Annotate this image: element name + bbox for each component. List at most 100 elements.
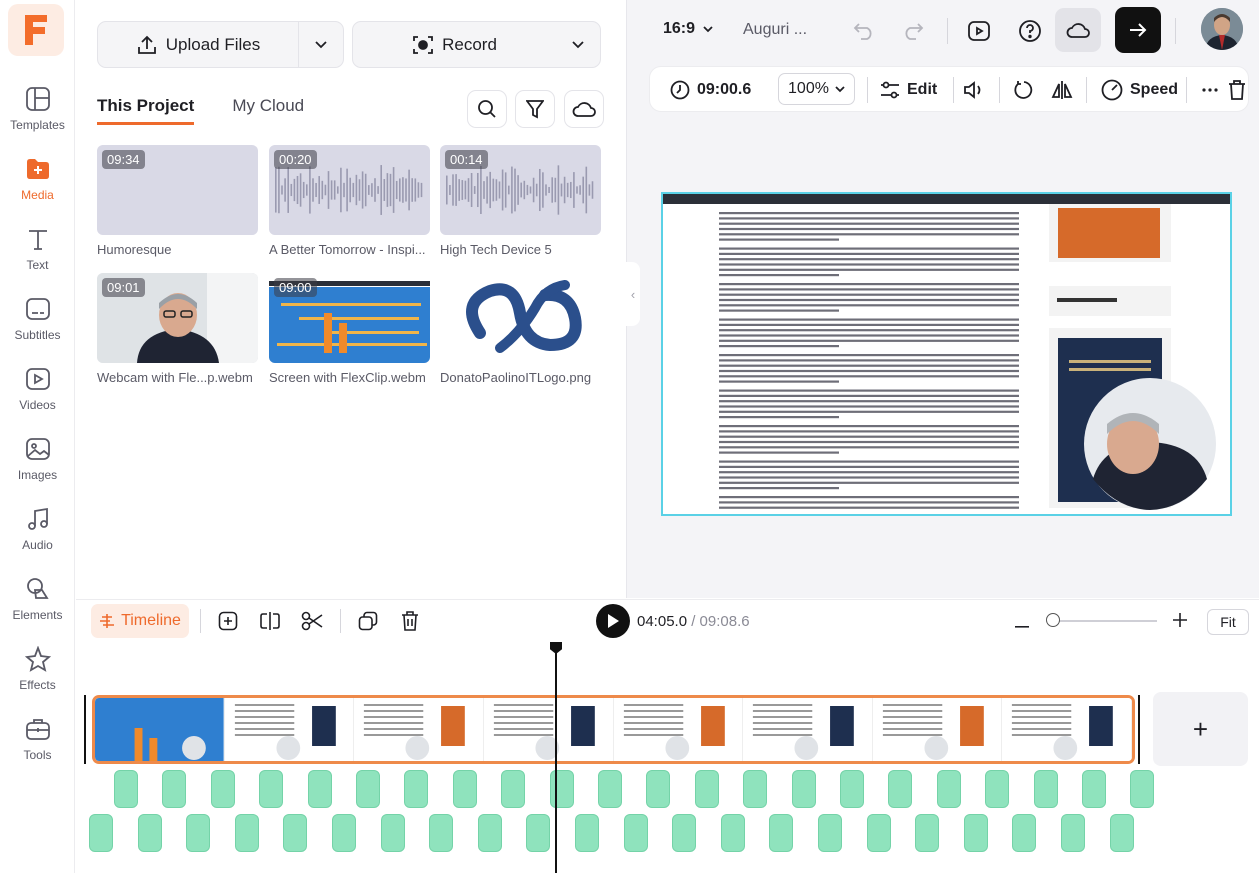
delete-button[interactable] [398, 609, 422, 633]
nav-text[interactable]: Text [0, 226, 75, 290]
nav-effects[interactable]: Effects [0, 646, 75, 710]
audio-clip[interactable] [1082, 770, 1106, 808]
audio-clip[interactable] [646, 770, 671, 808]
flip-button[interactable] [1051, 67, 1073, 113]
audio-clip[interactable] [137, 814, 162, 852]
playhead[interactable] [555, 642, 557, 873]
audio-clip[interactable] [1109, 814, 1134, 852]
help-button[interactable] [1015, 16, 1045, 46]
nav-audio[interactable]: Audio [0, 506, 75, 570]
media-item[interactable]: 00:20 A Better Tomorrow - Inspi... [269, 145, 430, 257]
play-button[interactable] [596, 604, 630, 638]
audio-clip[interactable] [791, 770, 816, 808]
audio-clip[interactable] [89, 814, 113, 852]
timeline-toggle[interactable]: Timeline [91, 604, 189, 638]
audio-clip[interactable] [234, 814, 259, 852]
collapse-panel-handle[interactable]: ‹ [626, 262, 640, 326]
project-title[interactable]: Auguri ... [743, 21, 807, 39]
record-options-dropdown[interactable] [556, 22, 600, 67]
filter-button[interactable] [515, 90, 555, 128]
media-item[interactable]: 09:00 Screen with FlexClip.webm [269, 273, 430, 385]
audio-clip[interactable] [575, 814, 599, 852]
media-item[interactable]: 09:01 Webcam with Fle...p.webm [97, 273, 258, 385]
video-canvas[interactable] [661, 192, 1232, 516]
audio-clip[interactable] [210, 770, 235, 808]
media-item[interactable]: 09:34 Humoresque [97, 145, 258, 257]
audio-clip[interactable] [598, 770, 622, 808]
media-item[interactable]: 00:14 High Tech Device 5 [440, 145, 601, 257]
nav-templates[interactable]: Templates [0, 86, 75, 150]
app-logo[interactable] [8, 4, 64, 56]
timeline-zoom-slider[interactable] [1053, 620, 1157, 622]
audio-clip[interactable] [1130, 770, 1155, 808]
tab-my-cloud[interactable]: My Cloud [232, 96, 304, 125]
split-button[interactable] [258, 609, 282, 633]
nav-media[interactable]: Media [0, 156, 75, 220]
cut-button[interactable] [300, 609, 324, 633]
audio-clip[interactable] [720, 814, 745, 852]
zoom-slider-handle[interactable] [1046, 613, 1060, 627]
audio-clip[interactable] [307, 770, 332, 808]
duplicate-button[interactable] [356, 609, 380, 633]
volume-button[interactable] [963, 67, 985, 113]
audio-clip[interactable] [840, 770, 864, 808]
audio-clip[interactable] [356, 770, 380, 808]
zoom-out-button[interactable] [1014, 612, 1030, 633]
audio-clip[interactable] [985, 770, 1010, 808]
nav-videos[interactable]: Videos [0, 366, 75, 430]
nav-elements[interactable]: Elements [0, 576, 75, 640]
tab-this-project[interactable]: This Project [97, 96, 195, 125]
nav-images[interactable]: Images [0, 436, 75, 500]
upload-files-button[interactable]: Upload Files [98, 22, 298, 67]
audio-clip[interactable] [452, 770, 477, 808]
audio-clip[interactable] [1061, 814, 1085, 852]
audio-clip[interactable] [818, 814, 842, 852]
audio-clip[interactable] [332, 814, 356, 852]
export-button[interactable] [1115, 7, 1161, 53]
audio-clip[interactable] [915, 814, 940, 852]
cloud-button[interactable] [564, 90, 604, 128]
avatar[interactable] [1201, 8, 1243, 50]
rotate-button[interactable] [1014, 67, 1034, 113]
nav-tools[interactable]: Tools [0, 716, 75, 780]
audio-clip[interactable] [936, 770, 961, 808]
audio-clip[interactable] [549, 770, 574, 808]
audio-clip[interactable] [963, 814, 988, 852]
record-button[interactable]: Record [353, 22, 556, 67]
zoom-in-button[interactable] [1173, 613, 1187, 627]
audio-clip[interactable] [694, 770, 719, 808]
aspect-ratio-selector[interactable]: 16:9 [663, 20, 713, 38]
nav-subtitles[interactable]: Subtitles [0, 296, 75, 360]
add-clip-button[interactable] [216, 609, 240, 633]
upload-options-dropdown[interactable] [299, 22, 343, 67]
more-options-button[interactable] [1202, 67, 1218, 113]
duration-button[interactable]: 09:00.6 [670, 67, 751, 113]
audio-clip[interactable] [623, 814, 648, 852]
screen-record-button[interactable] [964, 16, 994, 46]
audio-clip[interactable] [1033, 770, 1058, 808]
audio-clip[interactable] [162, 770, 187, 808]
audio-clip[interactable] [186, 814, 211, 852]
audio-clip[interactable] [429, 814, 454, 852]
delete-clip-button[interactable] [1228, 67, 1246, 113]
audio-clip[interactable] [888, 770, 913, 808]
audio-clip[interactable] [380, 814, 405, 852]
audio-clip[interactable] [404, 770, 429, 808]
search-button[interactable] [467, 90, 507, 128]
audio-clip[interactable] [283, 814, 308, 852]
undo-button[interactable] [849, 16, 879, 46]
audio-clip[interactable] [743, 770, 768, 808]
zoom-selector[interactable]: 100% [778, 73, 855, 105]
add-track-button[interactable]: + [1153, 692, 1248, 766]
video-track-clip[interactable] [92, 695, 1135, 764]
audio-clip[interactable] [501, 770, 526, 808]
audio-clip[interactable] [866, 814, 891, 852]
audio-clip[interactable] [1012, 814, 1037, 852]
speed-button[interactable]: Speed [1101, 67, 1178, 113]
audio-clip[interactable] [769, 814, 794, 852]
audio-clip[interactable] [259, 770, 284, 808]
edit-button[interactable]: Edit [880, 67, 937, 113]
media-item[interactable]: DonatoPaolinoITLogo.png [440, 273, 601, 385]
cloud-save-button[interactable] [1055, 8, 1101, 52]
audio-clip[interactable] [114, 770, 138, 808]
